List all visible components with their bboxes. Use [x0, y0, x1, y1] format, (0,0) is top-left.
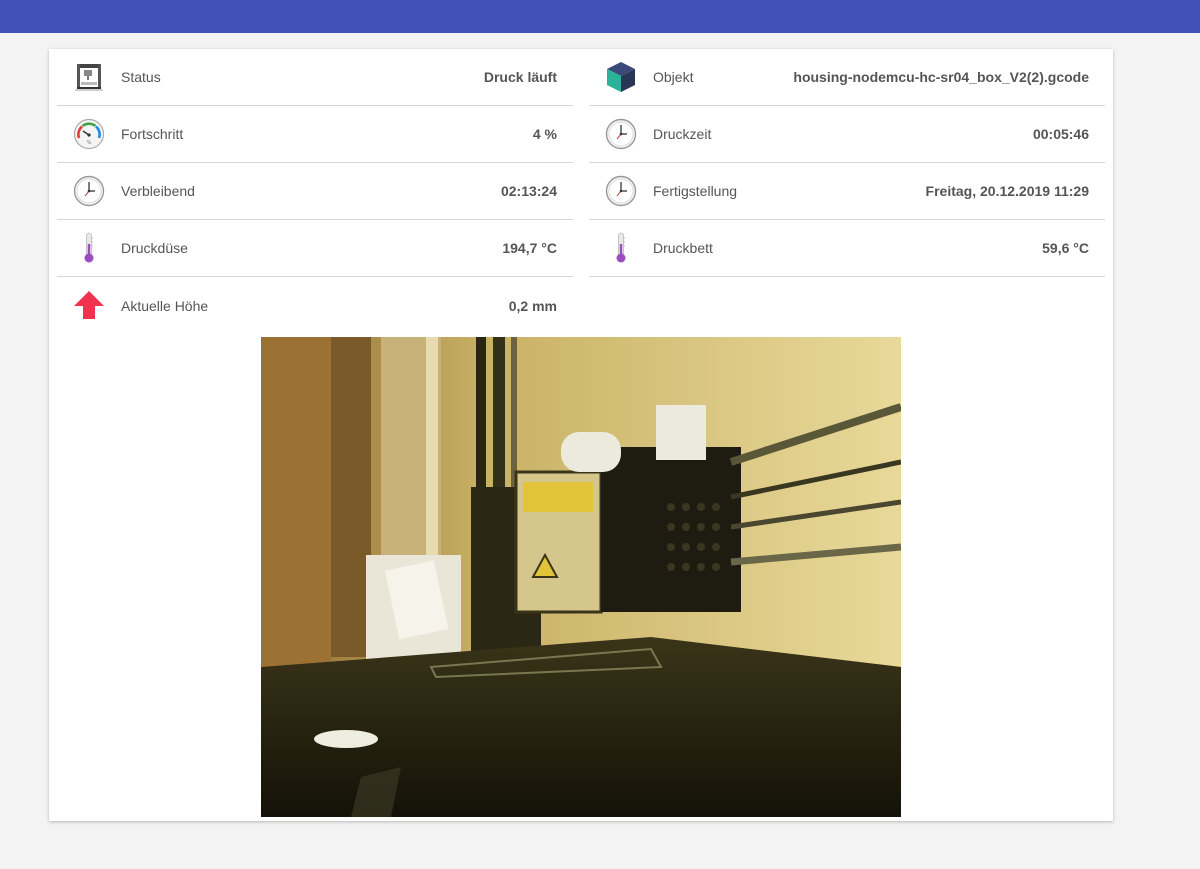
print-time-label: Druckzeit — [653, 126, 712, 142]
svg-text:%: % — [87, 140, 92, 146]
webcam-image — [261, 337, 901, 817]
status-value: Druck läuft — [483, 69, 557, 85]
remaining-row: Verbleibend 02:13:24 — [57, 163, 573, 220]
completion-label: Fertigstellung — [653, 183, 738, 199]
print-time-value: 00:05:46 — [1032, 126, 1089, 142]
remaining-value: 02:13:24 — [500, 183, 557, 199]
status-column-left: Status Druck läuft % Fortschritt 4 % Ver… — [57, 49, 573, 334]
bed-row: Druckbett 59,6 °C — [589, 220, 1105, 277]
height-value: 0,2 mm — [508, 297, 557, 314]
completion-value: Freitag, 20.12.2019 11:29 — [925, 183, 1089, 199]
clock-icon — [73, 175, 105, 207]
height-label: Aktuelle Höhe — [121, 297, 209, 314]
object-label: Objekt — [653, 69, 694, 85]
nozzle-value: 194,7 °C — [502, 240, 557, 256]
printer-icon — [73, 61, 105, 93]
completion-row: Fertigstellung Freitag, 20.12.2019 11:29 — [589, 163, 1105, 220]
height-row: Aktuelle Höhe 0,2 mm — [57, 277, 573, 334]
printer-status-card: Status Druck läuft % Fortschritt 4 % Ver… — [49, 49, 1113, 821]
cube-icon — [605, 61, 637, 93]
progress-value: 4 % — [532, 126, 557, 142]
object-value: housing-nodemcu-hc-sr04_box_V2(2).gcode — [793, 69, 1089, 85]
bed-label: Druckbett — [653, 240, 713, 256]
remaining-label: Verbleibend — [121, 183, 195, 199]
object-row: Objekt housing-nodemcu-hc-sr04_box_V2(2)… — [589, 49, 1105, 106]
status-column-right: Objekt housing-nodemcu-hc-sr04_box_V2(2)… — [589, 49, 1105, 277]
nozzle-label: Druckdüse — [121, 240, 188, 256]
top-app-bar — [0, 0, 1200, 33]
clock-icon — [605, 175, 637, 207]
clock-icon — [605, 118, 637, 150]
progress-row: % Fortschritt 4 % — [57, 106, 573, 163]
progress-label: Fortschritt — [121, 126, 184, 142]
thermometer-icon — [73, 232, 105, 264]
bed-value: 59,6 °C — [1042, 240, 1089, 256]
nozzle-row: Druckdüse 194,7 °C — [57, 220, 573, 277]
status-label: Status — [121, 69, 161, 85]
print-time-row: Druckzeit 00:05:46 — [589, 106, 1105, 163]
thermometer-icon — [605, 232, 637, 264]
arrow-up-icon — [73, 289, 105, 321]
gauge-icon: % — [73, 118, 105, 150]
status-row: Status Druck läuft — [57, 49, 573, 106]
